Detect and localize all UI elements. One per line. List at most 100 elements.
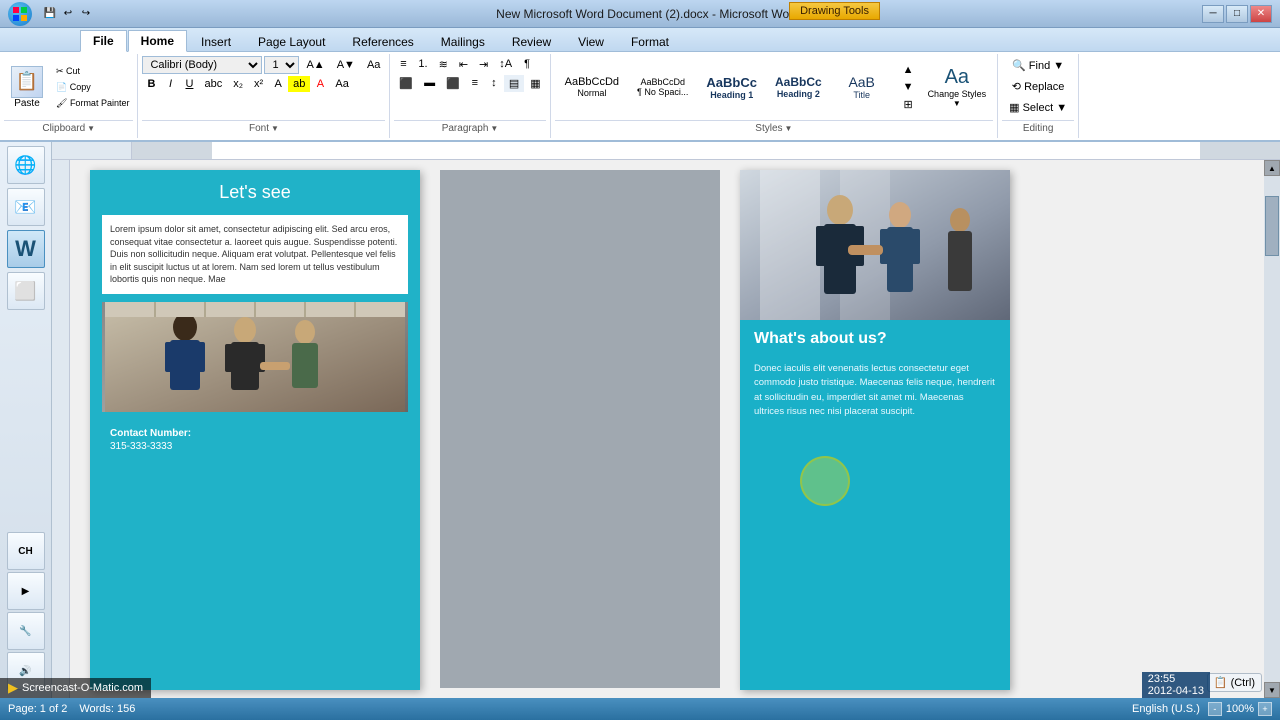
tab-home[interactable]: Home xyxy=(128,30,187,52)
superscript-button[interactable]: x² xyxy=(249,76,268,92)
right-body-text: Donec iaculis elit venenatis lectus cons… xyxy=(740,356,1010,425)
underline-button[interactable]: U xyxy=(180,76,198,92)
drawing-tools-tab[interactable]: Drawing Tools xyxy=(789,2,880,20)
numbering-button[interactable]: 1. xyxy=(413,56,432,73)
paragraph-expand-icon[interactable]: ▼ xyxy=(490,124,498,133)
find-button[interactable]: 🔍 Find ▼ xyxy=(1005,56,1071,75)
page-info[interactable]: Page: 1 of 2 xyxy=(8,703,67,715)
words-info[interactable]: Words: 156 xyxy=(79,703,135,715)
char-spacing-button[interactable]: Aa xyxy=(330,76,353,92)
subscript-button[interactable]: x₂ xyxy=(228,76,248,92)
show-hide-button[interactable]: ¶ xyxy=(518,56,536,73)
font-name-select[interactable]: Calibri (Body) xyxy=(142,56,262,74)
tab-review[interactable]: Review xyxy=(499,31,564,52)
redo-icon[interactable]: ↪ xyxy=(78,6,94,22)
clipboard-expand-icon[interactable]: ▼ xyxy=(87,124,95,133)
sidebar-icon-ch[interactable]: CH xyxy=(7,532,45,570)
time-value: 23:55 xyxy=(1148,673,1204,685)
bold-button[interactable]: B xyxy=(142,76,160,92)
font-color-button[interactable]: A xyxy=(311,76,329,92)
cut-button[interactable]: ✂ Cut xyxy=(52,64,133,79)
change-styles-button[interactable]: Aa Change Styles ▼ xyxy=(921,63,994,111)
style-normal-item[interactable]: AaBbCcDd Normal xyxy=(557,72,627,102)
main-area: 🌐 📧 W ⬜ CH ▶ 🔧 🔊 xyxy=(0,142,1280,698)
zoom-in-button[interactable]: + xyxy=(1258,702,1272,716)
contact-label: Contact Number: xyxy=(110,428,400,439)
decrease-font-button[interactable]: A▼ xyxy=(332,57,360,73)
sidebar-icon-web[interactable]: 🌐 xyxy=(7,146,45,184)
strikethrough-button[interactable]: abc xyxy=(199,76,227,92)
titlebar-left: 💾 ↩ ↪ xyxy=(8,2,94,26)
save-icon[interactable]: 💾 xyxy=(42,6,58,22)
sidebar-icon-arrow[interactable]: ▶ xyxy=(7,572,45,610)
sidebar-icon-tools[interactable]: 🔧 xyxy=(7,612,45,650)
text-effect-button[interactable]: A xyxy=(269,76,287,92)
editing-content: 🔍 Find ▼ ⟲ Replace ▦ Select ▼ xyxy=(1002,56,1074,118)
scroll-up-button[interactable]: ▲ xyxy=(1264,160,1280,176)
ribbon-tabs: File Home Insert Page Layout References … xyxy=(0,28,1280,52)
styles-expand-icon[interactable]: ▼ xyxy=(785,124,793,133)
shading-button[interactable]: ▤ xyxy=(504,75,524,92)
font-content: Calibri (Body) 16 A▲ A▼ Aa B I U abc x₂ … xyxy=(142,56,385,118)
undo-icon[interactable]: ↩ xyxy=(60,6,76,22)
align-left-button[interactable]: ⬛ xyxy=(394,75,418,92)
sidebar-icon-misc[interactable]: ⬜ xyxy=(7,272,45,310)
language-info[interactable]: English (U.S.) xyxy=(1132,703,1200,715)
align-center-button[interactable]: ▬ xyxy=(419,75,440,92)
copy-button[interactable]: 📄 Copy xyxy=(52,80,133,95)
scroll-down-button[interactable]: ▼ xyxy=(1264,682,1280,698)
paste-button[interactable]: 📋 Paste xyxy=(4,63,50,112)
style-title-item[interactable]: AaB Title xyxy=(832,70,892,104)
styles-more-button[interactable]: ⊞ xyxy=(898,96,919,113)
borders-button[interactable]: ▦ xyxy=(525,75,545,92)
statusbar: Page: 1 of 2 Words: 156 English (U.S.) -… xyxy=(0,698,1280,720)
minimize-button[interactable]: ─ xyxy=(1202,5,1224,23)
font-size-select[interactable]: 16 xyxy=(264,56,299,74)
justify-button[interactable]: ≡ xyxy=(466,75,484,92)
tab-mailings[interactable]: Mailings xyxy=(428,31,498,52)
clear-format-button[interactable]: Aa xyxy=(362,57,385,73)
italic-button[interactable]: I xyxy=(161,76,179,92)
style-h1-item[interactable]: AaBbCc Heading 1 xyxy=(698,71,765,104)
bullets-button[interactable]: ≡ xyxy=(394,56,412,73)
increase-indent-button[interactable]: ⇥ xyxy=(474,56,493,73)
tab-file[interactable]: File xyxy=(80,30,127,52)
multilevel-button[interactable]: ≋ xyxy=(434,56,453,73)
line-spacing-button[interactable]: ↕ xyxy=(485,75,503,92)
select-button[interactable]: ▦ Select ▼ xyxy=(1002,98,1074,117)
decrease-indent-button[interactable]: ⇤ xyxy=(454,56,473,73)
scroll-thumb[interactable] xyxy=(1265,196,1279,256)
sidebar-icon-word[interactable]: W xyxy=(7,230,45,268)
format-painter-button[interactable]: 🖌 Format Painter xyxy=(52,96,133,111)
font-group: Calibri (Body) 16 A▲ A▼ Aa B I U abc x₂ … xyxy=(138,54,390,138)
maximize-button[interactable]: □ xyxy=(1226,5,1248,23)
paste-label: Paste xyxy=(14,98,40,109)
align-right-button[interactable]: ⬛ xyxy=(441,75,465,92)
tab-page-layout[interactable]: Page Layout xyxy=(245,31,338,52)
clipboard-label: Clipboard ▼ xyxy=(4,120,133,136)
tab-format[interactable]: Format xyxy=(618,31,682,52)
style-nospace-item[interactable]: AaBbCcDd ¶ No Spaci... xyxy=(629,73,696,101)
zoom-out-button[interactable]: - xyxy=(1208,702,1222,716)
sort-button[interactable]: ↕A xyxy=(494,56,517,73)
tab-view[interactable]: View xyxy=(565,31,617,52)
clipboard-content: 📋 Paste ✂ Cut 📄 Copy 🖌 Format Painter xyxy=(4,56,133,118)
tab-references[interactable]: References xyxy=(339,31,426,52)
windows-orb[interactable] xyxy=(8,2,32,26)
replace-button[interactable]: ⟲ Replace xyxy=(1005,77,1072,96)
font-expand-icon[interactable]: ▼ xyxy=(271,124,279,133)
style-h2-item[interactable]: AaBbCc Heading 2 xyxy=(767,71,830,103)
zoom-controls: - 100% + xyxy=(1208,702,1272,716)
styles-down-button[interactable]: ▼ xyxy=(898,79,919,95)
right-image xyxy=(740,170,1010,320)
close-button[interactable]: ✕ xyxy=(1250,5,1272,23)
sidebar-icon-email[interactable]: 📧 xyxy=(7,188,45,226)
scroll-track[interactable] xyxy=(1264,176,1280,682)
contact-section: Contact Number: 315-333-3333 xyxy=(90,420,420,460)
tab-insert[interactable]: Insert xyxy=(188,31,244,52)
highlight-button[interactable]: ab xyxy=(288,76,310,92)
change-styles-dropdown-icon: ▼ xyxy=(953,99,961,108)
styles-up-button[interactable]: ▲ xyxy=(898,62,919,78)
increase-font-button[interactable]: A▲ xyxy=(301,57,329,73)
paragraph-label: Paragraph ▼ xyxy=(394,120,545,136)
